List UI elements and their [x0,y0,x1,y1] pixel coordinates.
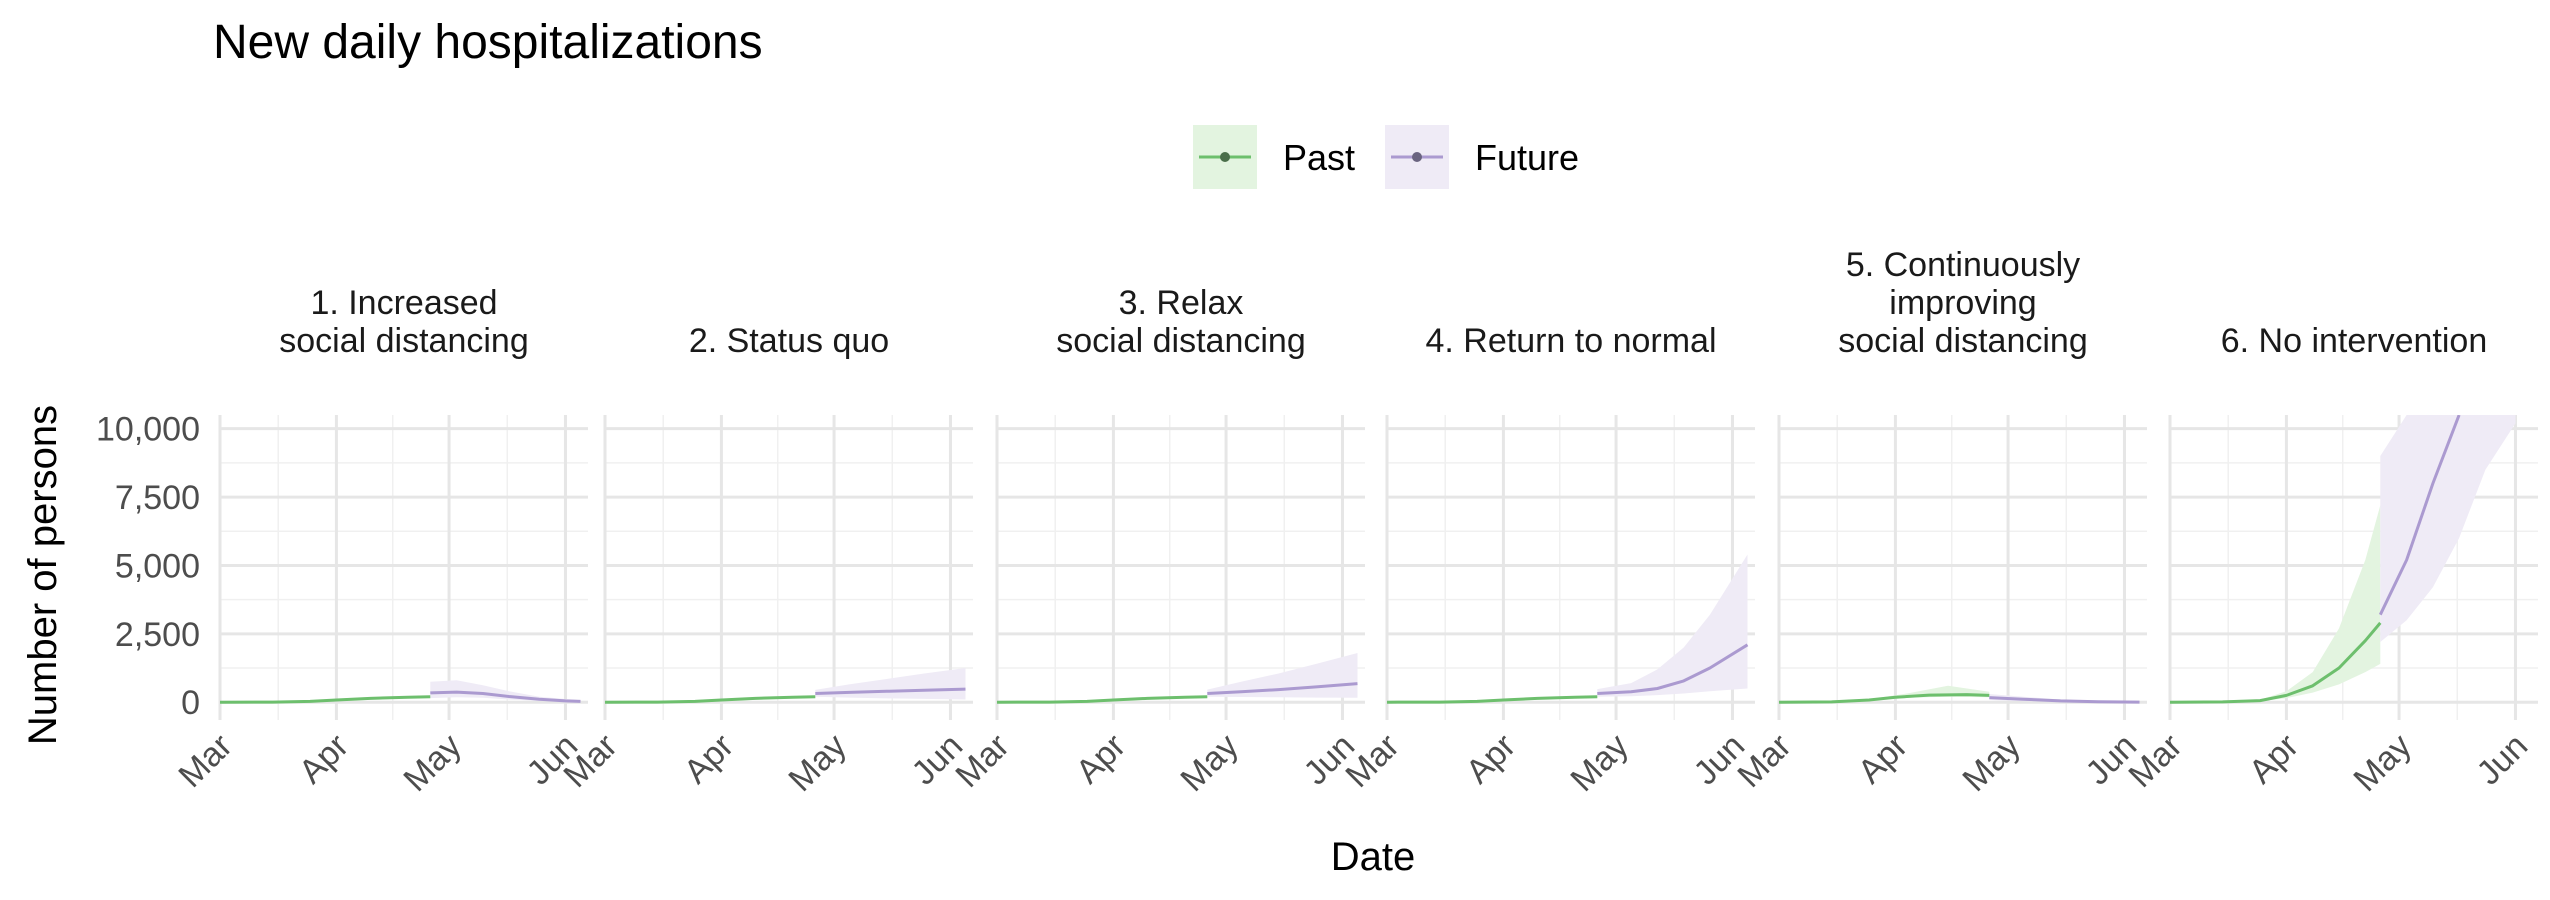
panel-plot-area [997,653,1358,704]
x-tick-label: May [1563,727,1635,799]
y-tick-label: 10,000 [96,411,200,449]
legend-label-past: Past [1283,137,1355,178]
x-tick-label: Apr [1851,727,1915,791]
panel-title: 5. Continuously improving social distancin… [1838,246,2087,360]
x-tick-label: May [396,727,468,799]
panel-grid [218,415,588,720]
chart: New daily hospitalizations Past Future 0… [21,16,2538,879]
facet-panel-5: 5. Continuously improving social distancin… [1730,246,2147,799]
x-tick-label: Apr [1069,727,1133,791]
x-tick-label: Apr [2242,727,2306,791]
facet-panel-1: 1. Increased social distancingMar Apr May Ju… [171,284,588,799]
panel-plot-area [1779,685,2140,704]
panel-grid [1777,415,2147,720]
x-tick-label: Apr [292,727,356,791]
x-tick-label: Jun [2470,727,2536,793]
future-ribbon [2380,415,2516,642]
panel-plot-area [220,680,581,704]
legend: Past Future [1193,125,1579,189]
panel-title: 3. Relax social distancing [1056,284,1305,360]
past-ribbon [2170,505,2381,703]
x-tick-label: May [781,727,853,799]
y-tick-label: 0 [181,684,200,722]
chart-title: New daily hospitalizations [213,16,763,69]
future-ribbon [815,668,966,700]
legend-key-past-point [1220,152,1230,162]
x-tick-label: May [1173,727,1245,799]
y-tick-label: 2,500 [115,616,200,654]
x-tick-label: May [1955,727,2027,799]
panel-plot-area [605,668,966,704]
panel-title: 6. No intervention [2221,322,2488,360]
facet-panel-6: 6. No intervention Mar Apr May Jun [2121,322,2538,799]
panel-plot-area [1387,554,1749,704]
legend-key-future-point [1412,152,1422,162]
panel-grid [603,415,973,720]
panel-title: 2. Status quo [689,322,889,360]
y-axis: 0 2,500 5,000 7,500 10,000 [96,411,200,723]
y-tick-label: 7,500 [115,479,200,517]
legend-label-future: Future [1475,137,1579,178]
future-ribbon [1597,554,1748,697]
x-tick-label: Mar [171,727,239,795]
facet-panel-3: 3. Relax social distancingMar Apr May Jun [948,284,1365,799]
x-tick-label: Apr [677,727,741,791]
x-tick-label: Mar [1338,727,1406,795]
x-tick-label: Apr [1459,727,1523,791]
panel-title: 4. Return to normal [1425,322,1716,360]
x-tick-label: May [2346,727,2418,799]
x-tick-label: Mar [1730,727,1798,795]
x-axis-title: Date [1331,835,1416,879]
x-tick-label: Mar [2121,727,2189,795]
facet-panels: 1. Increased social distancing Mar Apr May Ju… [171,246,2538,799]
y-tick-label: 5,000 [115,547,200,585]
facet-panel-2: 2. Status quoMar Apr May Jun [556,322,973,799]
panel-title: 1. Increased social distancing [279,284,528,360]
y-axis-title: Number of persons [21,405,65,745]
facet-panel-4: 4. Return to normalMar Apr May Jun [1338,322,1755,799]
x-tick-label: Mar [948,727,1016,795]
